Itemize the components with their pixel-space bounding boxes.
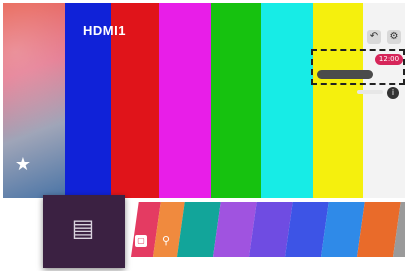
back-icon[interactable]: ↶ xyxy=(367,30,381,44)
focus-indicator xyxy=(311,49,405,85)
input-label: HDMI1 xyxy=(83,23,126,38)
top-icons: ↶ ⚙ xyxy=(367,30,403,46)
color-bar-magenta xyxy=(159,3,211,198)
color-bar-cyan xyxy=(261,3,313,198)
color-bar-green xyxy=(211,3,261,198)
tv-frame: ★ HDMI1 ↶ ⚙ 12:00 i ▤ ▢ ⚲ xyxy=(3,3,405,271)
home-panel: ★ xyxy=(3,3,65,198)
color-bar-yellow xyxy=(313,3,363,198)
input-source-icon: ▤ xyxy=(71,214,95,242)
info-icon[interactable]: i xyxy=(387,87,399,99)
search-icon: ⚲ xyxy=(161,234,171,247)
recent-input-card[interactable]: ▤ xyxy=(43,195,125,268)
info-row: i xyxy=(357,87,403,99)
info-row-text xyxy=(357,90,383,94)
tv-screen: ★ HDMI1 ↶ ⚙ 12:00 i ▤ ▢ ⚲ xyxy=(0,0,408,275)
home-icon[interactable]: ★ xyxy=(13,155,33,175)
launcher-left-area xyxy=(3,198,39,271)
calendar-icon: ▢ xyxy=(135,235,147,247)
app-strip xyxy=(131,202,405,271)
settings-icon[interactable]: ⚙ xyxy=(387,30,401,44)
